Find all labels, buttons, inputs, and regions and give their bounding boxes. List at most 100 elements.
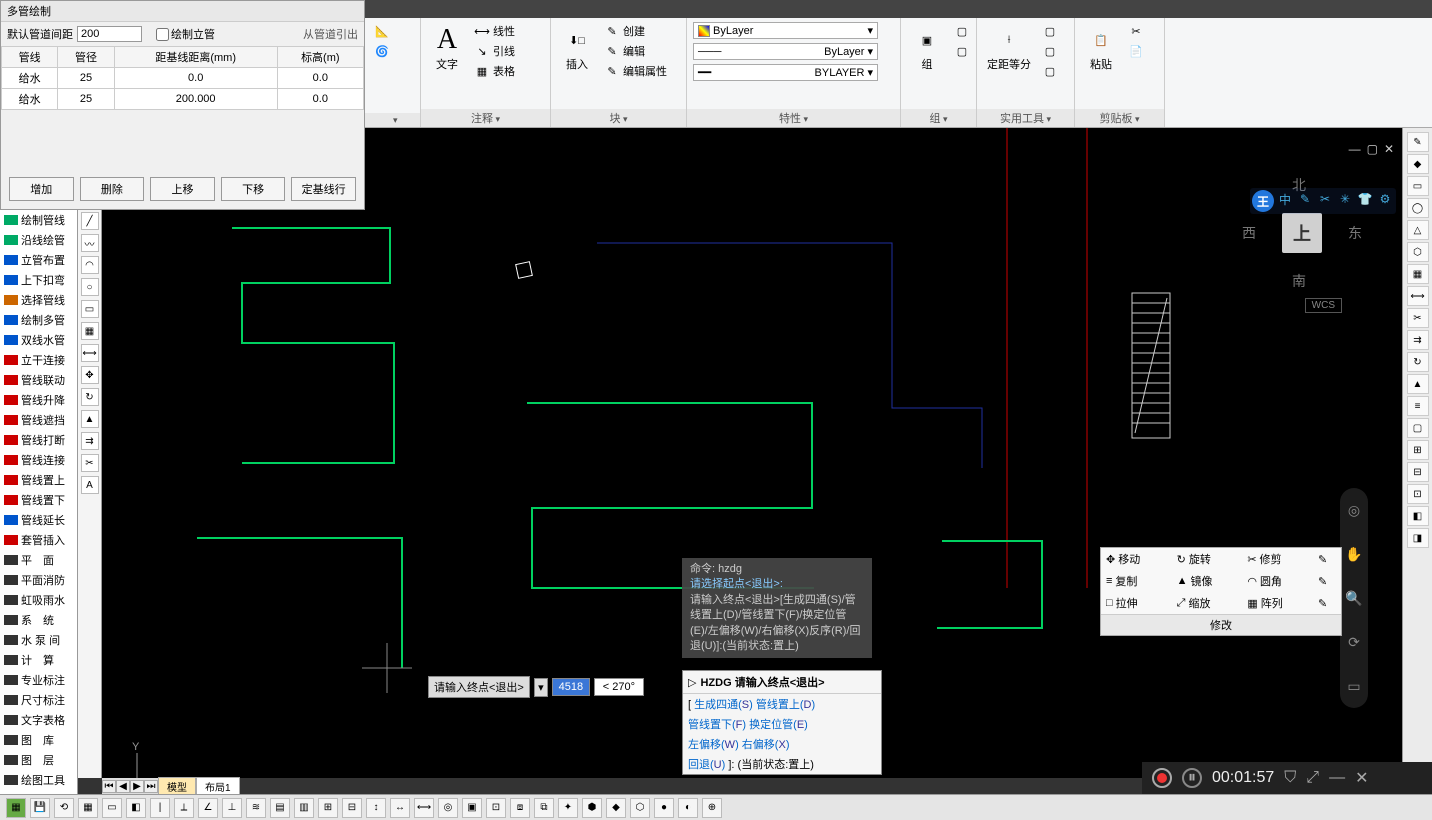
status-icon[interactable]: ⊡ <box>486 798 506 818</box>
th-line[interactable]: 管线 <box>2 47 58 68</box>
copy-icon[interactable]: 📄 <box>1125 42 1147 60</box>
status-icon[interactable]: ↕ <box>366 798 386 818</box>
table-row[interactable]: 给水250.00.0 <box>2 68 364 89</box>
qt-gear-icon[interactable]: ⚙ <box>1376 190 1394 208</box>
close-icon[interactable]: ✕ <box>1384 142 1394 156</box>
ungroup-icon[interactable]: ▢ <box>951 22 973 40</box>
annot-label[interactable]: 注释 <box>421 109 550 127</box>
orbit-icon[interactable]: ⟳ <box>1343 631 1365 653</box>
helix-icon[interactable]: 🌀 <box>371 42 393 60</box>
qt-star-icon[interactable]: ✳ <box>1336 190 1354 208</box>
status-icon[interactable]: ⟂ <box>174 798 194 818</box>
mirror-icon[interactable]: ▲ <box>81 410 99 428</box>
rt-icon[interactable]: ◆ <box>1407 154 1429 174</box>
leftbar-cmd[interactable]: 绘制管线 <box>0 210 77 230</box>
dim-icon[interactable]: ⟷ <box>81 344 99 362</box>
status-icon[interactable]: ▥ <box>294 798 314 818</box>
text-button[interactable]: A 文字 <box>427 22 467 74</box>
pause-button[interactable]: ⏸ <box>1182 768 1202 788</box>
block-label[interactable]: 块 <box>551 109 686 127</box>
leftbar-cmd[interactable]: 绘制多管 <box>0 310 77 330</box>
modify-cell[interactable]: ▦阵列 <box>1242 592 1313 614</box>
status-icon[interactable]: ▦ <box>78 798 98 818</box>
th-dist[interactable]: 距基线距离(mm) <box>114 47 277 68</box>
leftbar-cmd[interactable]: 立干连接 <box>0 350 77 370</box>
rt-icon[interactable]: ▦ <box>1407 264 1429 284</box>
close-icon[interactable]: ✕ <box>1355 768 1368 788</box>
status-icon[interactable]: ▦ <box>6 798 26 818</box>
move-icon[interactable]: ✥ <box>81 366 99 384</box>
modify-cell[interactable]: ◠圆角 <box>1242 570 1313 592</box>
wcs-badge[interactable]: WCS <box>1305 298 1342 313</box>
status-icon[interactable]: | <box>150 798 170 818</box>
opt-f[interactable]: 管线置下(F) <box>688 719 746 731</box>
leftbar-cmd[interactable]: 管线延长 <box>0 510 77 530</box>
shield-icon[interactable]: ⛉ <box>1284 769 1296 787</box>
cmd-arrow-icon[interactable]: ▷ <box>688 676 696 689</box>
rt-icon[interactable]: ◨ <box>1407 528 1429 548</box>
status-icon[interactable]: ⧈ <box>510 798 530 818</box>
status-icon[interactable]: ● <box>654 798 674 818</box>
util-icon3[interactable]: ▢ <box>1039 62 1061 80</box>
tab-layout1[interactable]: 布局1 <box>196 777 240 796</box>
status-icon[interactable]: ⟲ <box>54 798 74 818</box>
modify-extra-icon[interactable]: ✎ <box>1313 548 1341 570</box>
clip-label[interactable]: 剪贴板 <box>1075 109 1164 127</box>
showall-icon[interactable]: ▭ <box>1343 675 1365 697</box>
dyn-angle-input[interactable]: < 270° <box>594 678 644 696</box>
ltype-combo[interactable]: ───ByLayer▾ <box>693 43 878 60</box>
divide-button[interactable]: ⟊ 定距等分 <box>983 22 1035 74</box>
rt-icon[interactable]: ⊡ <box>1407 484 1429 504</box>
leftbar-cmd[interactable]: 专业标注 <box>0 670 77 690</box>
edit-block-button[interactable]: ✎编辑 <box>601 42 670 60</box>
viewcube-south[interactable]: 南 <box>1292 271 1306 291</box>
status-icon[interactable]: ▣ <box>462 798 482 818</box>
dyn-distance-input[interactable]: 4518 <box>552 678 590 696</box>
rotate-icon[interactable]: ↻ <box>81 388 99 406</box>
line-icon[interactable]: ╱ <box>81 212 99 230</box>
leftbar-cmd[interactable]: 立管布置 <box>0 250 77 270</box>
arc-icon[interactable]: ◠ <box>81 256 99 274</box>
insert-button[interactable]: ⬇□ 插入 <box>557 22 597 74</box>
leftbar-cmd[interactable]: 图 库 <box>0 730 77 750</box>
status-icon[interactable]: ⊞ <box>318 798 338 818</box>
leftbar-cmd[interactable]: 虹吸雨水 <box>0 590 77 610</box>
leftbar-cmd[interactable]: 文字表格 <box>0 710 77 730</box>
measure-icon[interactable]: 📐 <box>371 22 393 40</box>
th-elev[interactable]: 标高(m) <box>277 47 363 68</box>
record-button[interactable] <box>1152 768 1172 788</box>
opt-s[interactable]: 生成四通(S) <box>694 699 753 711</box>
leftbar-cmd[interactable]: 图 层 <box>0 750 77 770</box>
qt-shirt-icon[interactable]: 👕 <box>1356 190 1374 208</box>
opt-e[interactable]: 换定位管(E) <box>749 719 808 731</box>
baseline-button[interactable]: 定基线行 <box>291 177 356 201</box>
status-icon[interactable]: ◧ <box>126 798 146 818</box>
hatch-icon[interactable]: ▦ <box>81 322 99 340</box>
opt-x[interactable]: 右偏移(X) <box>742 739 790 751</box>
modify-cell[interactable]: □拉伸 <box>1101 592 1172 614</box>
status-icon[interactable]: ∠ <box>198 798 218 818</box>
leftbar-cmd[interactable]: 平 面 <box>0 550 77 570</box>
rt-icon[interactable]: ↻ <box>1407 352 1429 372</box>
edit-attr-button[interactable]: ✎编辑属性 <box>601 62 670 80</box>
logo-icon[interactable]: 王 <box>1252 190 1274 212</box>
leftbar-cmd[interactable]: 管线置下 <box>0 490 77 510</box>
status-icon[interactable]: ⬡ <box>630 798 650 818</box>
rt-icon[interactable]: ⬡ <box>1407 242 1429 262</box>
modify-cell[interactable]: ≡复制 <box>1101 570 1172 592</box>
status-icon[interactable]: ◐ <box>678 798 698 818</box>
status-icon[interactable]: ≋ <box>246 798 266 818</box>
status-icon[interactable]: ↔ <box>390 798 410 818</box>
drawing-canvas[interactable]: — ▢ ✕ 北 西 东 南 上 WCS 王 中 ✎ ✂ ✳ 👕 ⚙ ◎ ✋ 🔍 … <box>102 128 1402 778</box>
status-icon[interactable]: ⟷ <box>414 798 434 818</box>
viewcube-top[interactable]: 上 <box>1282 213 1322 253</box>
delete-button[interactable]: 删除 <box>80 177 145 201</box>
qt-pencil-icon[interactable]: ✎ <box>1296 190 1314 208</box>
cut-icon[interactable]: ✂ <box>1125 22 1147 40</box>
tab-last-icon[interactable]: ⏭ <box>144 780 158 793</box>
rect-icon[interactable]: ▭ <box>81 300 99 318</box>
status-icon[interactable]: ⊟ <box>342 798 362 818</box>
modify-cell[interactable]: ▲镜像 <box>1172 570 1243 592</box>
modify-title[interactable]: 修改 <box>1101 614 1341 635</box>
from-pipe-label[interactable]: 从管道引出 <box>303 26 358 42</box>
